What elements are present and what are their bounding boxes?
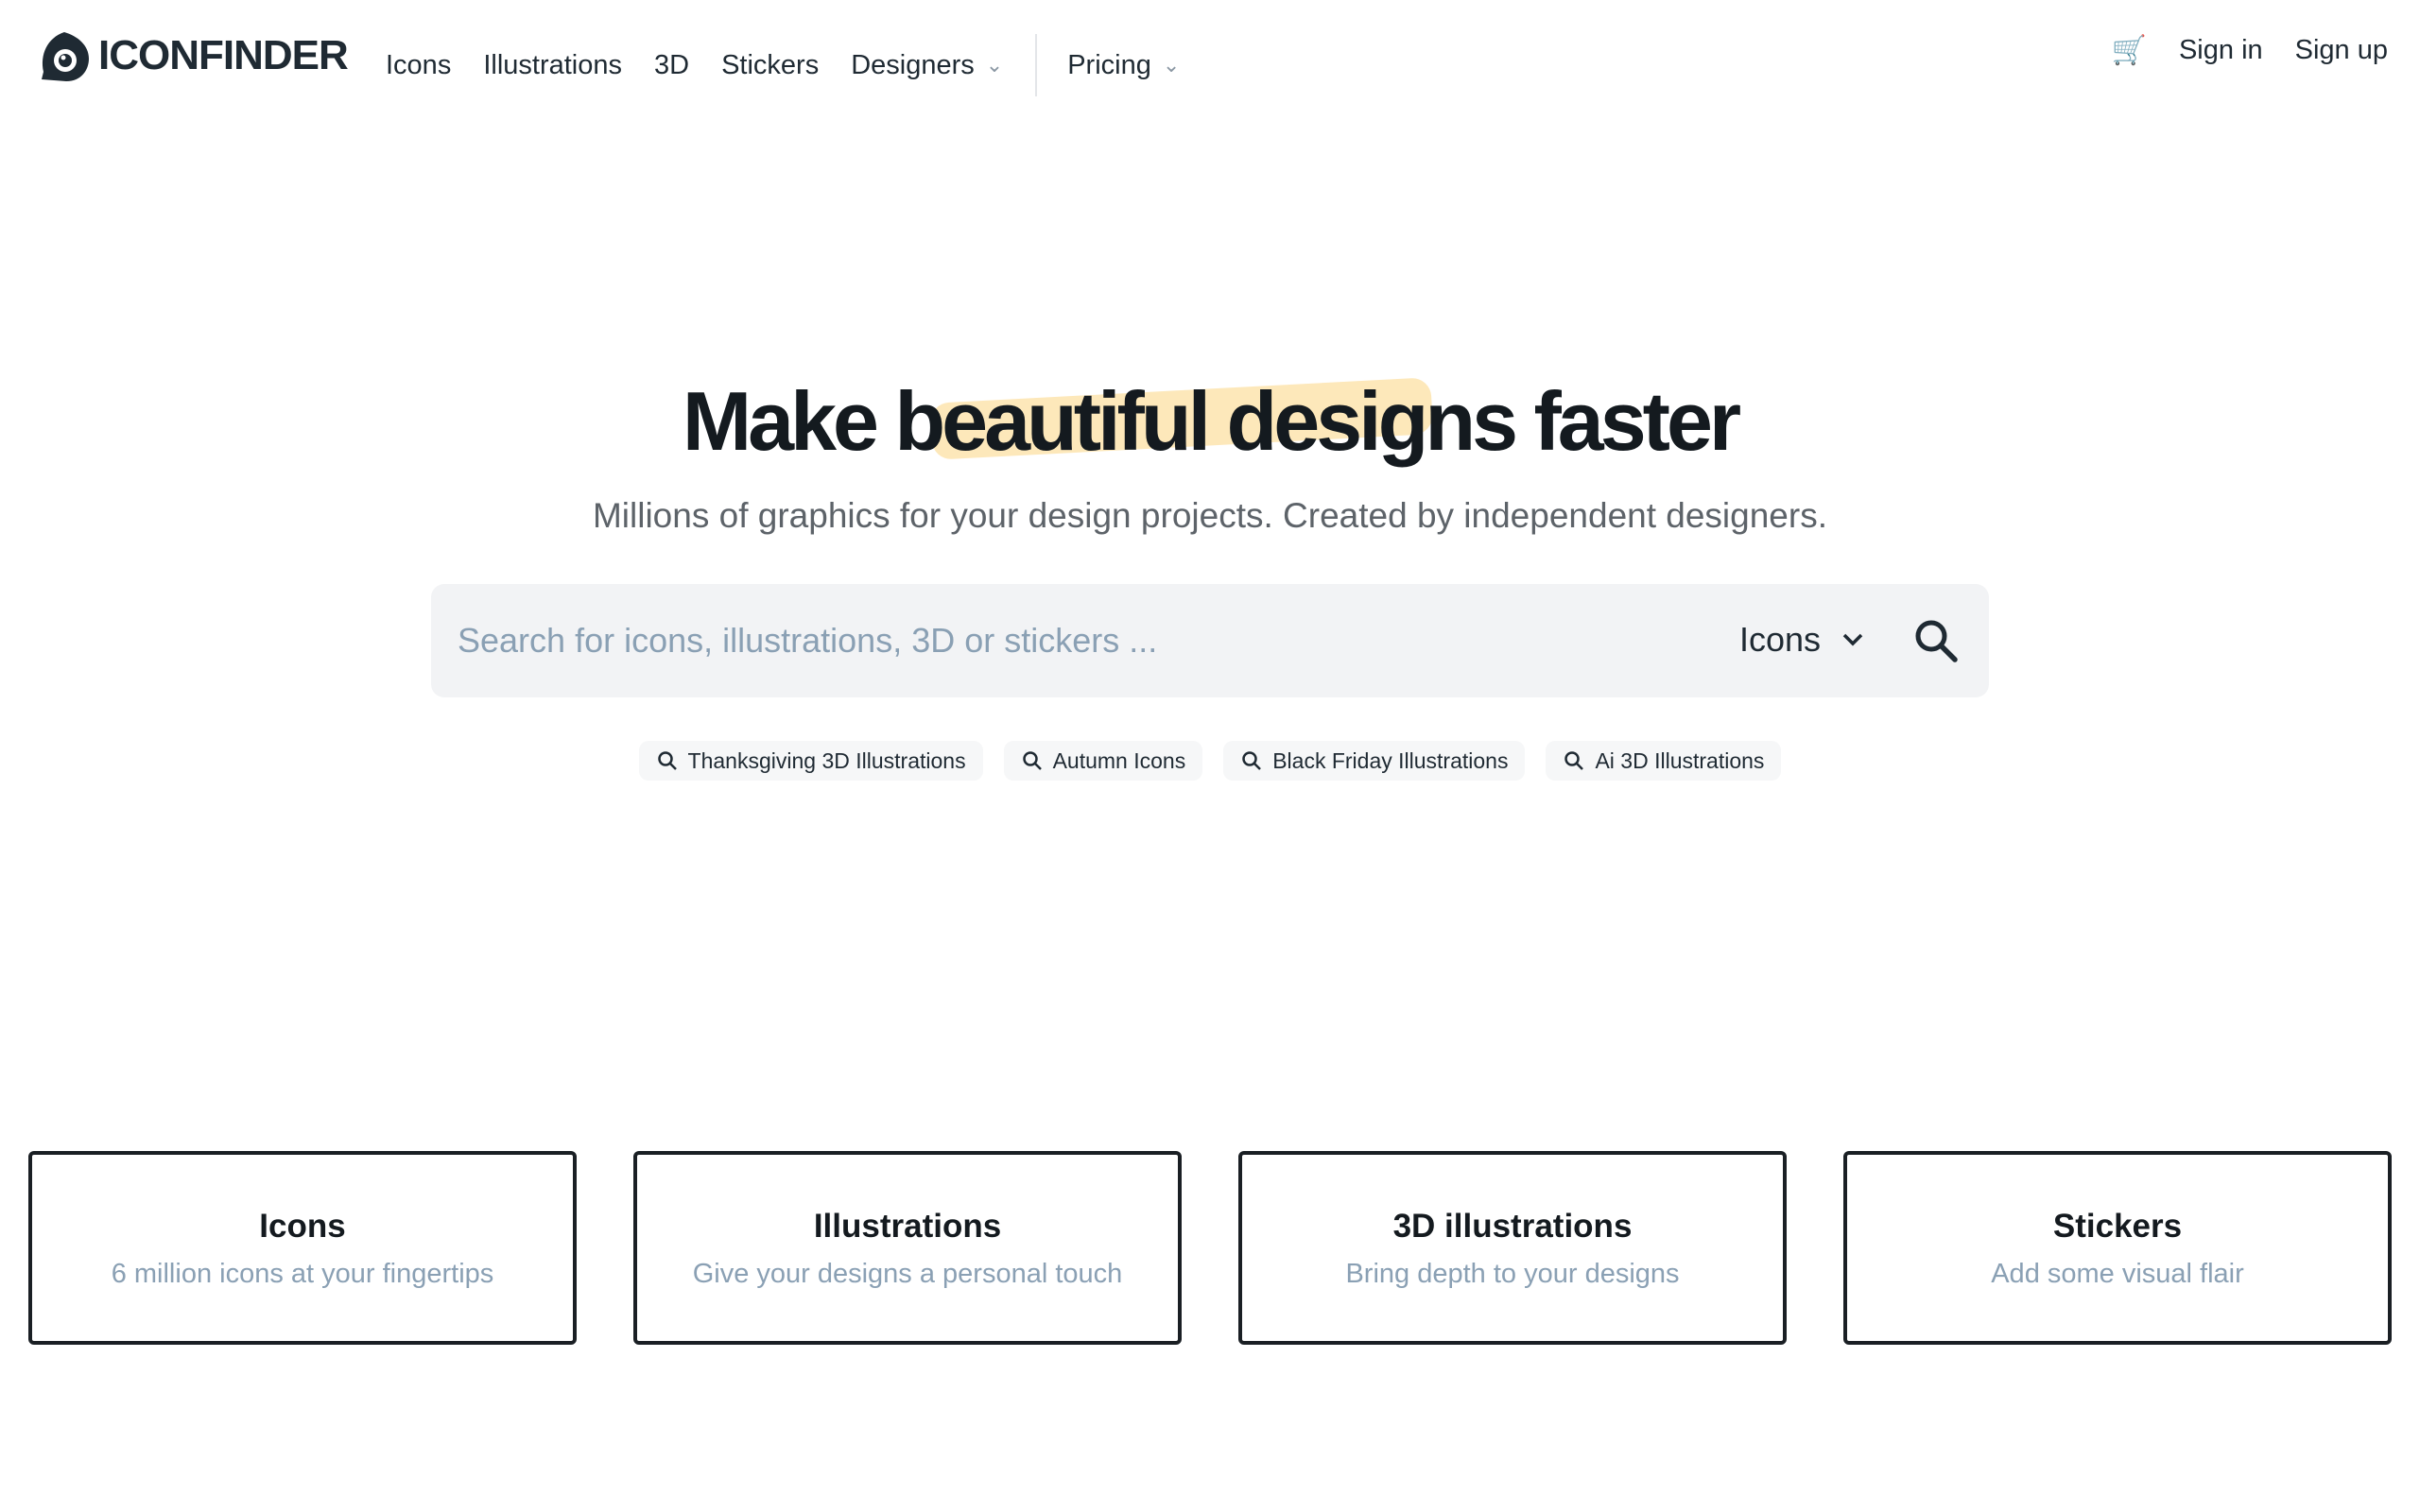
hero-subtitle: Millions of graphics for your design pro… — [592, 496, 1827, 535]
card-desc: Give your designs a personal touch — [692, 1259, 1123, 1289]
chip-label: Ai 3D Illustrations — [1595, 747, 1765, 773]
card-desc: Bring depth to your designs — [1345, 1259, 1680, 1289]
sign-in-link[interactable]: Sign in — [2179, 35, 2263, 66]
card-title: Icons — [259, 1208, 346, 1245]
card-title: Illustrations — [813, 1208, 1002, 1245]
suggestion-chip[interactable]: Thanksgiving 3D Illustrations — [638, 741, 983, 781]
card-stickers[interactable]: Stickers Add some visual flair — [1843, 1151, 2392, 1345]
divider — [1035, 34, 1038, 96]
suggested-searches: Thanksgiving 3D Illustrations Autumn Ico… — [0, 741, 2420, 781]
card-3d-illustrations[interactable]: 3D illustrations Bring depth to your desi… — [1238, 1151, 1787, 1345]
card-title: 3D illustrations — [1392, 1208, 1633, 1245]
nav-designers[interactable]: Designers ⌄ — [851, 50, 1003, 81]
suggestion-chip[interactable]: Autumn Icons — [1003, 741, 1203, 781]
hero-title: Make beautiful designs faster — [682, 374, 1741, 468]
iconfinder-logo-icon — [42, 32, 89, 81]
designers-label: Designers — [851, 49, 975, 80]
chevron-down-icon: ⌄ — [1162, 53, 1181, 77]
nav-3d[interactable]: 3D — [654, 50, 689, 81]
nav-icons[interactable]: Icons — [386, 50, 451, 81]
chevron-down-icon — [1842, 633, 1863, 646]
chip-label: Black Friday Illustrations — [1272, 747, 1509, 773]
sign-up-link[interactable]: Sign up — [2295, 35, 2388, 66]
pricing-label: Pricing — [1067, 49, 1151, 80]
nav-stickers[interactable]: Stickers — [721, 50, 819, 81]
chip-label: Autumn Icons — [1052, 747, 1186, 773]
logo-text: ICONFINDER — [98, 32, 349, 78]
card-title: Stickers — [2052, 1208, 2183, 1245]
top-nav: ICONFINDER Icons Illustrations 3D Sticke… — [0, 0, 2420, 113]
card-desc: Add some visual flair — [1991, 1259, 2244, 1289]
nav-illustrations[interactable]: Illustrations — [483, 50, 622, 81]
search-type-label: Icons — [1739, 620, 1822, 659]
chevron-down-icon: ⌄ — [985, 53, 1004, 77]
logo[interactable]: ICONFINDER — [38, 28, 349, 83]
search-bar: Icons — [431, 584, 1989, 697]
search-icon — [1242, 751, 1262, 770]
search-icon — [657, 751, 677, 770]
search-icon — [1022, 751, 1042, 770]
card-icons[interactable]: Icons 6 million icons at your fingertips — [28, 1151, 577, 1345]
chip-label: Thanksgiving 3D Illustrations — [687, 747, 966, 773]
search-icon[interactable] — [1911, 616, 1961, 665]
card-desc: 6 million icons at your fingertips — [111, 1259, 494, 1289]
suggestion-chip[interactable]: Black Friday Illustrations — [1223, 741, 1526, 781]
nav-pricing[interactable]: Pricing ⌄ — [1067, 50, 1180, 81]
suggestion-chip[interactable]: Ai 3D Illustrations — [1546, 741, 1782, 781]
card-illustrations[interactable]: Illustrations Give your designs a persona… — [633, 1151, 1182, 1345]
cart-icon[interactable]: 🛒 — [2112, 34, 2147, 67]
search-type-select[interactable]: Icons — [1739, 620, 1864, 660]
search-icon — [1564, 751, 1584, 770]
search-input[interactable] — [458, 617, 1639, 664]
